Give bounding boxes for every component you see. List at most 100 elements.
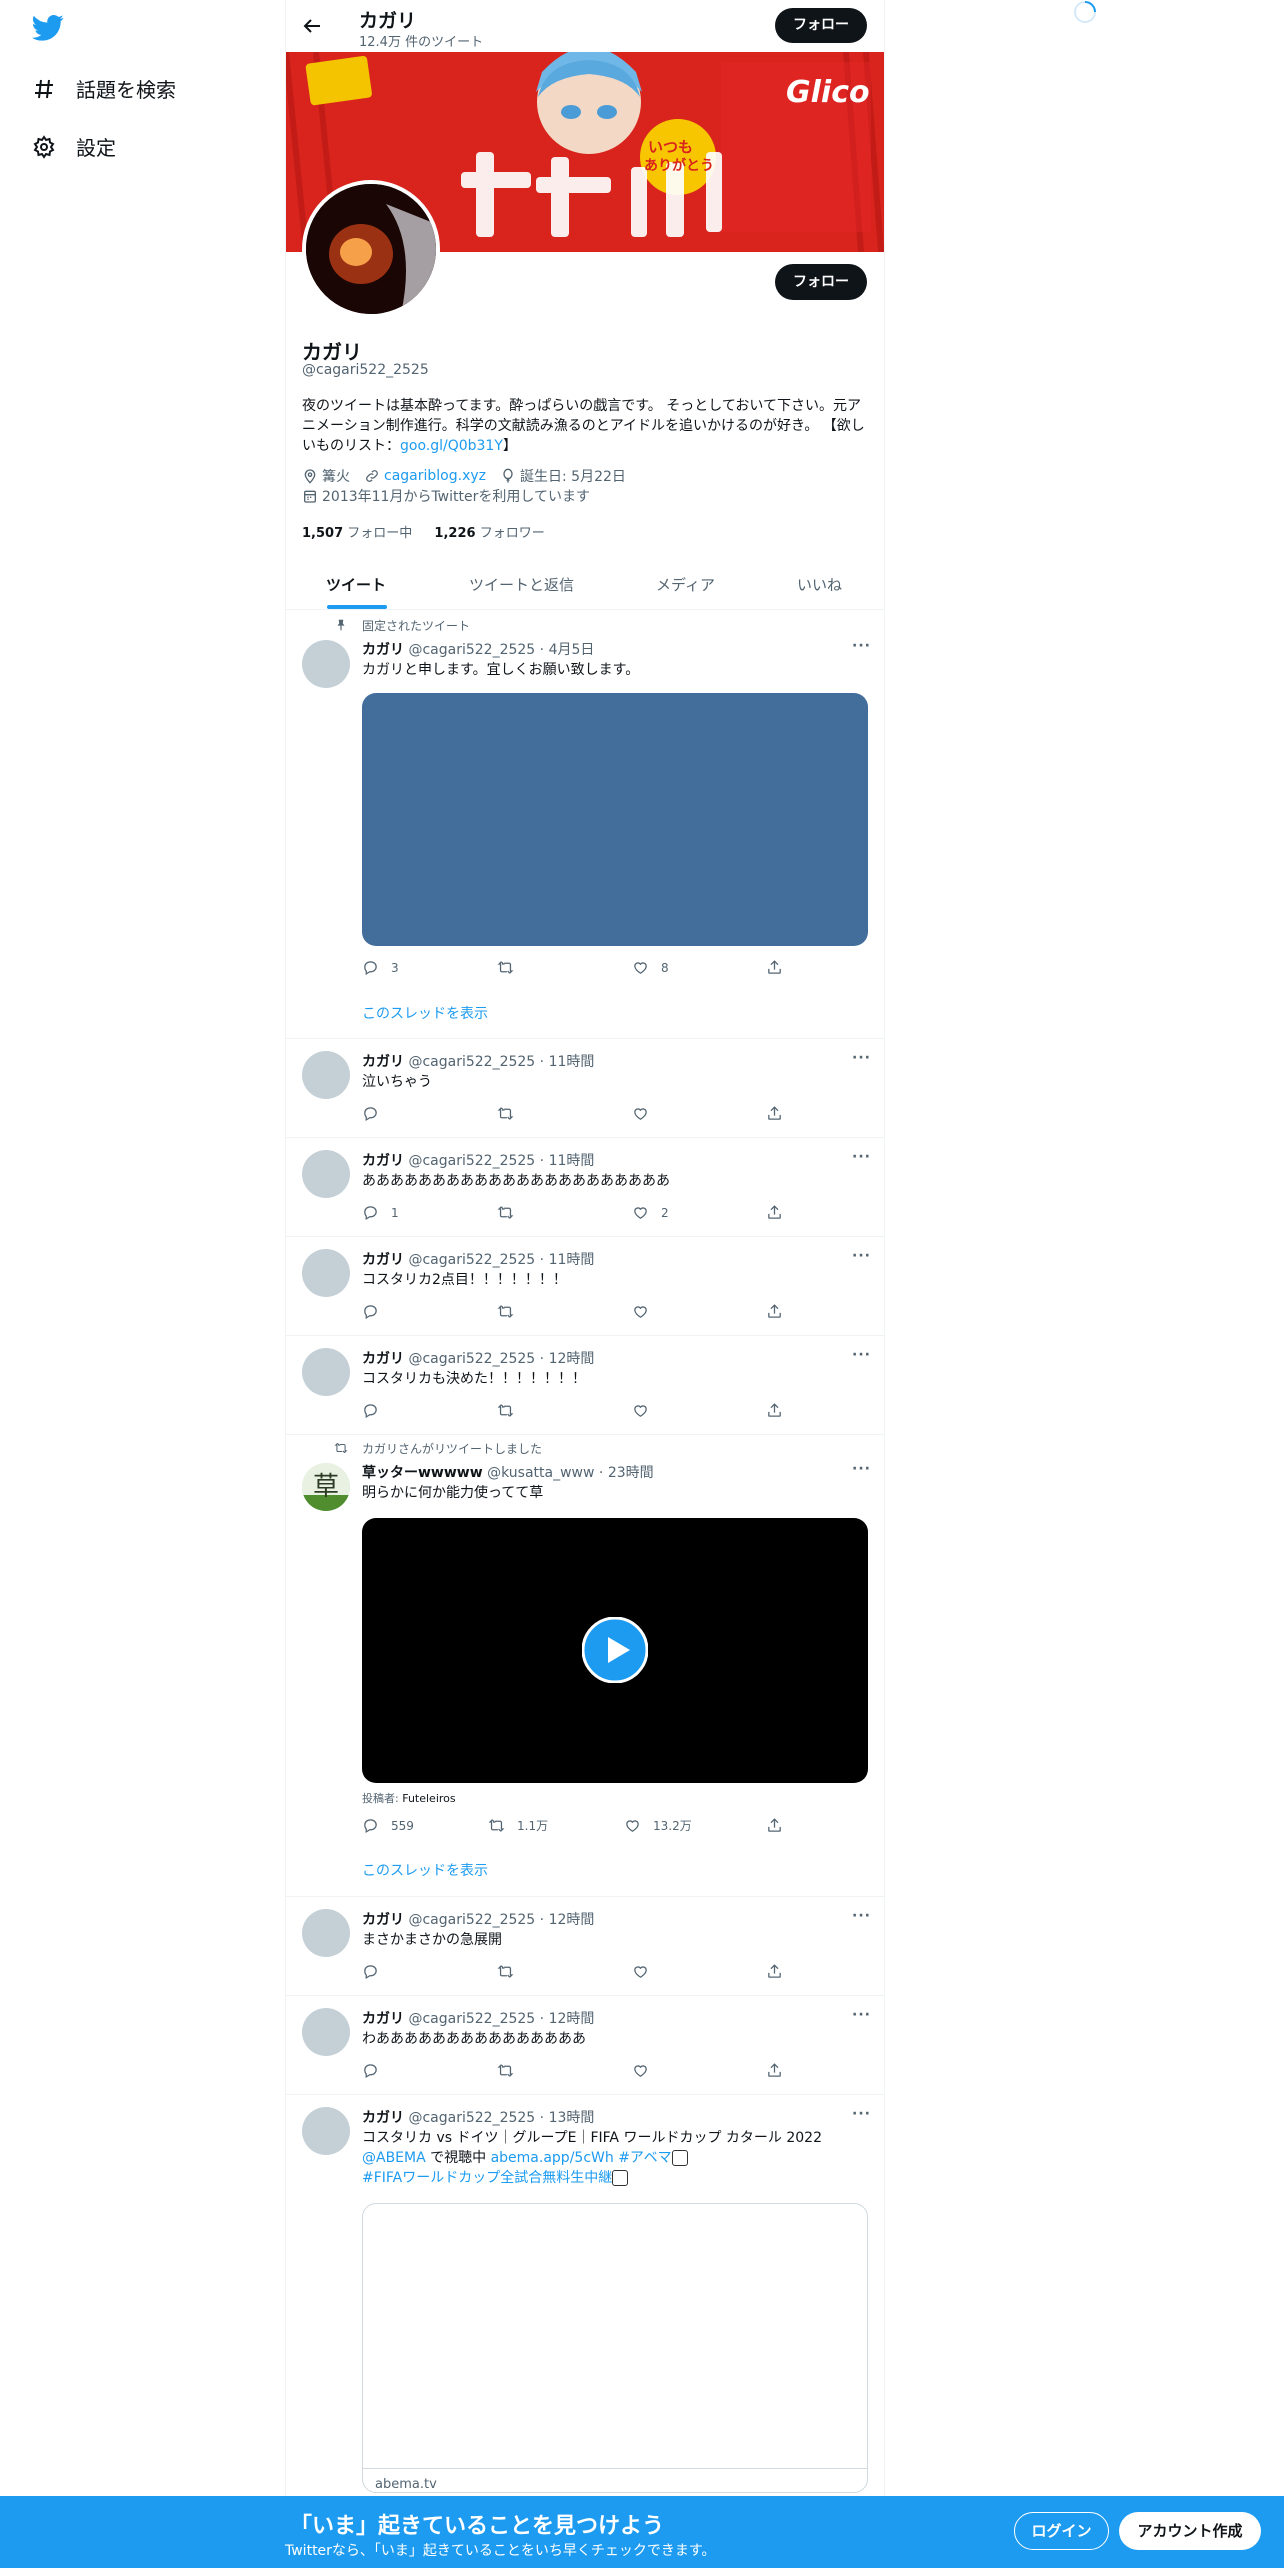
tweet-author-name[interactable]: カガリ — [362, 2011, 404, 2027]
reply-button[interactable] — [362, 1402, 391, 1419]
tweet-author-name[interactable]: 草ッターwwwww — [362, 1465, 483, 1481]
tweet-time[interactable]: 11時間 — [549, 1252, 595, 1268]
like-button[interactable] — [632, 1963, 661, 1980]
tweet-item[interactable]: 固定されたツイート カガリ @cagari522_2525 · 4月5日 ···… — [286, 611, 884, 1039]
tweet-author-handle[interactable]: @cagari522_2525 — [408, 1054, 535, 1070]
retweet-button[interactable] — [497, 1963, 526, 1980]
more-options-icon[interactable]: ··· — [852, 1050, 871, 1066]
tweet-time[interactable]: 12時間 — [549, 1912, 595, 1928]
bio-link[interactable]: goo.gl/Q0b31Y — [400, 438, 503, 454]
tweet-time[interactable]: 13時間 — [549, 2110, 595, 2126]
like-button[interactable] — [632, 1105, 661, 1122]
share-button[interactable] — [766, 1963, 795, 1980]
more-options-icon[interactable]: ··· — [852, 1908, 871, 1924]
more-options-icon[interactable]: ··· — [852, 2007, 871, 2023]
tweet-author-handle[interactable]: @cagari522_2525 — [408, 1153, 535, 1169]
reply-button[interactable] — [362, 1105, 391, 1122]
avatar[interactable] — [302, 1051, 350, 1099]
tweet-item[interactable]: カガリさんがリツイートしました 草 草ッターwwwww @kusatta_www… — [286, 1435, 884, 1897]
avatar[interactable] — [302, 2107, 350, 2155]
tweet-author-name[interactable]: カガリ — [362, 1252, 404, 1268]
tweet-author-handle[interactable]: @cagari522_2525 — [408, 2011, 535, 2027]
like-button[interactable] — [632, 1402, 661, 1419]
retweet-button[interactable] — [497, 1402, 526, 1419]
tweet-author-name[interactable]: カガリ — [362, 1351, 404, 1367]
share-button[interactable] — [766, 1105, 795, 1122]
share-button[interactable] — [766, 1402, 795, 1419]
nav-settings[interactable]: 設定 — [32, 132, 116, 161]
login-button[interactable]: ログイン — [1014, 2512, 1109, 2550]
header-follow-button[interactable]: フォロー — [775, 8, 867, 43]
tweet-time[interactable]: 12時間 — [549, 2011, 595, 2027]
tweet-time[interactable]: 11時間 — [549, 1054, 595, 1070]
tweet-author-name[interactable]: カガリ — [362, 1912, 404, 1928]
show-thread-link[interactable]: このスレッドを表示 — [362, 1003, 488, 1023]
share-button[interactable] — [766, 959, 795, 976]
retweet-button[interactable] — [497, 1204, 526, 1221]
tab-media[interactable]: メディア — [656, 574, 715, 595]
tweet-author-handle[interactable]: @cagari522_2525 — [408, 1351, 535, 1367]
like-button[interactable] — [632, 1303, 661, 1320]
tweet-time[interactable]: 12時間 — [549, 1351, 595, 1367]
retweet-button[interactable] — [497, 1303, 526, 1320]
retweet-button[interactable] — [497, 2062, 526, 2079]
reply-button[interactable] — [362, 1963, 391, 1980]
profile-follow-button[interactable]: フォロー — [775, 264, 867, 300]
share-button[interactable] — [766, 1303, 795, 1320]
back-arrow-icon[interactable] — [300, 14, 324, 38]
profile-avatar[interactable] — [302, 180, 440, 318]
tweet-hashtag[interactable]: #アベマ — [618, 2150, 671, 2166]
more-options-icon[interactable]: ··· — [852, 2106, 871, 2122]
signup-button[interactable]: アカウント作成 — [1119, 2512, 1261, 2550]
avatar[interactable] — [302, 1909, 350, 1957]
tweet-author-handle[interactable]: @cagari522_2525 — [408, 2110, 535, 2126]
tweet-time[interactable]: 11時間 — [549, 1153, 595, 1169]
tweet-item[interactable]: カガリ @cagari522_2525 · 11時間 ··· あああああああああ… — [286, 1138, 884, 1237]
share-button[interactable] — [766, 1204, 795, 1221]
twitter-bird-icon[interactable] — [32, 14, 64, 42]
reply-button[interactable] — [362, 2062, 391, 2079]
more-options-icon[interactable]: ··· — [852, 1248, 871, 1264]
more-options-icon[interactable]: ··· — [852, 638, 871, 654]
followers-stat[interactable]: 1,226 フォロワー — [434, 526, 544, 541]
retweet-button[interactable]: 1.1万 — [488, 1817, 548, 1834]
share-button[interactable] — [766, 1817, 795, 1834]
tweet-author-handle[interactable]: @cagari522_2525 — [408, 1912, 535, 1928]
tweet-time[interactable]: 4月5日 — [549, 642, 595, 658]
like-button[interactable]: 13.2万 — [624, 1817, 692, 1834]
tweet-author-handle[interactable]: @cagari522_2525 — [408, 642, 535, 658]
reply-button[interactable]: 1 — [362, 1204, 399, 1221]
tweet-mention[interactable]: @ABEMA — [362, 2150, 426, 2166]
tweet-item[interactable]: カガリ @cagari522_2525 · 12時間 ··· わああああああああ… — [286, 1996, 884, 2095]
like-button[interactable] — [632, 2062, 661, 2079]
reply-button[interactable] — [362, 1303, 391, 1320]
more-options-icon[interactable]: ··· — [852, 1149, 871, 1165]
reply-button[interactable]: 3 — [362, 959, 399, 976]
following-stat[interactable]: 1,507 フォロー中 — [302, 526, 412, 541]
tab-tweets-replies[interactable]: ツイートと返信 — [469, 574, 574, 595]
tab-likes[interactable]: いいね — [797, 574, 842, 595]
tweet-author-name[interactable]: カガリ — [362, 1054, 404, 1070]
tweet-item[interactable]: カガリ @cagari522_2525 · 12時間 ··· コスタリカも決めた… — [286, 1336, 884, 1435]
tweet-author-name[interactable]: カガリ — [362, 2110, 404, 2126]
play-icon[interactable] — [582, 1617, 648, 1683]
tweet-item[interactable]: カガリ @cagari522_2525 · 12時間 ··· まさかまさかの急展… — [286, 1897, 884, 1996]
tweet-author-name[interactable]: カガリ — [362, 642, 404, 658]
retweet-button[interactable] — [497, 959, 526, 976]
more-options-icon[interactable]: ··· — [852, 1461, 871, 1477]
tweet-author-name[interactable]: カガリ — [362, 1153, 404, 1169]
like-button[interactable]: 2 — [632, 1204, 669, 1221]
tab-tweets[interactable]: ツイート — [326, 574, 386, 595]
avatar[interactable] — [302, 1249, 350, 1297]
avatar[interactable] — [302, 1150, 350, 1198]
tweet-item[interactable]: カガリ @cagari522_2525 · 11時間 ··· 泣いちゃう — [286, 1039, 884, 1138]
more-options-icon[interactable]: ··· — [852, 1347, 871, 1363]
video-credit-name[interactable]: Futeleiros — [402, 1792, 455, 1805]
tweet-time[interactable]: 23時間 — [608, 1465, 654, 1481]
show-thread-link[interactable]: このスレッドを表示 — [362, 1860, 488, 1880]
tweet-author-handle[interactable]: @cagari522_2525 — [408, 1252, 535, 1268]
retweet-button[interactable] — [497, 1105, 526, 1122]
share-button[interactable] — [766, 2062, 795, 2079]
avatar[interactable] — [302, 2008, 350, 2056]
nav-explore[interactable]: 話題を検索 — [32, 74, 176, 103]
